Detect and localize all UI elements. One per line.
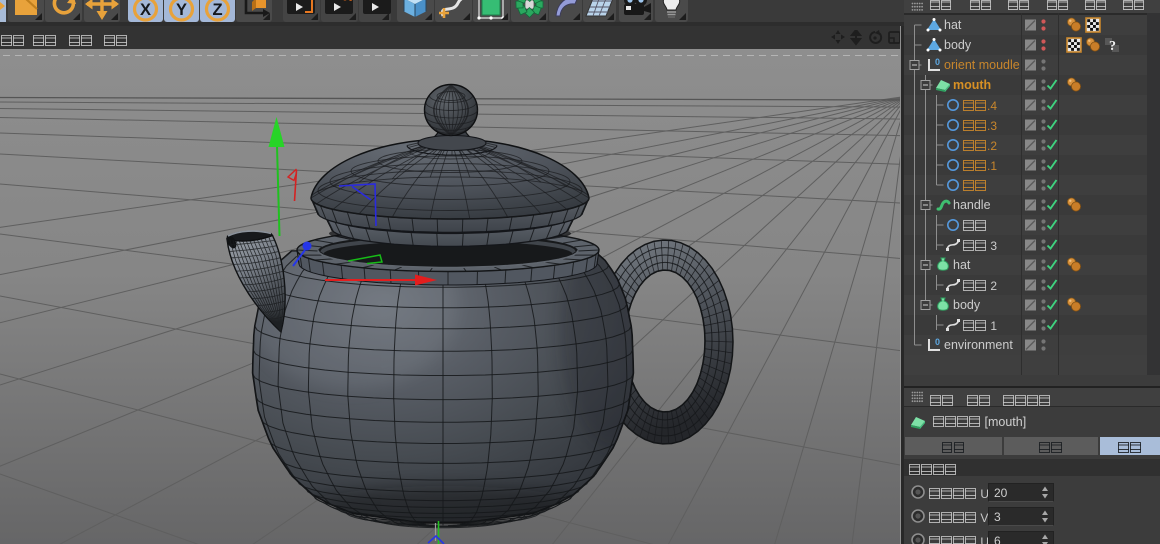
svg-text:X: X (140, 1, 151, 19)
svg-text:Y: Y (176, 1, 187, 19)
svg-text:?: ? (1109, 39, 1116, 53)
svg-text:0: 0 (935, 337, 940, 347)
svg-text:Z: Z (212, 1, 222, 19)
svg-text:0: 0 (935, 57, 940, 67)
